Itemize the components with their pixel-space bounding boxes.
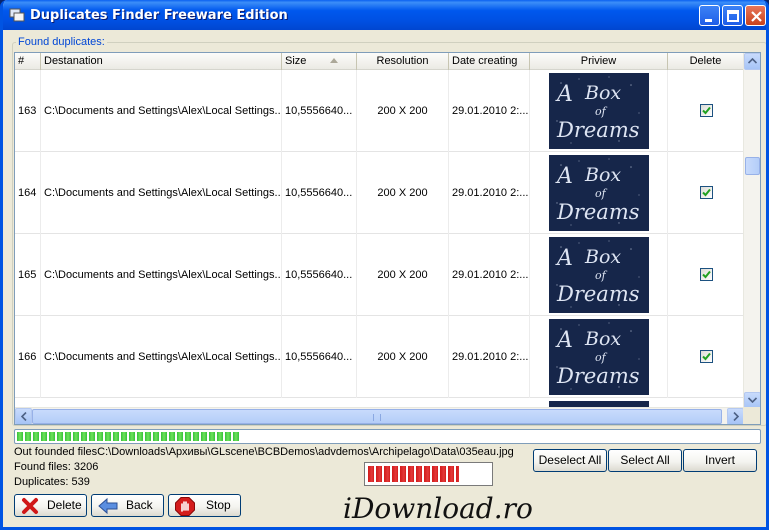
row-number: 164 — [15, 152, 41, 234]
row-size: 10,5556640... — [282, 152, 357, 234]
table-row[interactable]: 166 C:\Documents and Settings\Alex\Local … — [15, 316, 744, 398]
column-header-number[interactable]: # — [15, 53, 41, 70]
title-bar[interactable]: Duplicates Finder Freeware Edition — [3, 0, 766, 30]
table-row[interactable]: 165 C:\Documents and Settings\Alex\Local … — [15, 234, 744, 316]
column-header-destination[interactable]: Destanation — [41, 53, 282, 70]
scan-progress-fill — [17, 432, 239, 441]
svg-text:A: A — [555, 164, 573, 189]
grid-header: # Destanation Size Resolution Date creat… — [15, 53, 744, 70]
svg-text:Box: Box — [584, 328, 621, 350]
current-file-status: Out founded filesC:\Downloads\Архивы\GLs… — [14, 446, 514, 458]
table-row[interactable]: 164 C:\Documents and Settings\Alex\Local … — [15, 152, 744, 234]
svg-text:Box: Box — [584, 246, 621, 268]
row-size: 10,5556640... — [282, 70, 357, 152]
row-destination: C:\Documents and Settings\Alex\Local Set… — [41, 70, 282, 152]
svg-text:Box: Box — [584, 82, 621, 104]
app-icon — [9, 7, 25, 23]
column-header-date[interactable]: Date creating — [449, 53, 530, 70]
back-button-label: Back — [126, 498, 153, 512]
svg-text:Dreams: Dreams — [556, 118, 640, 142]
row-size: 10,5556640... — [282, 234, 357, 316]
row-destination: C:\Documents and Settings\Alex\Local Set… — [41, 152, 282, 234]
main-window: Duplicates Finder Freeware Edition Found… — [0, 0, 769, 530]
svg-text:Dreams: Dreams — [556, 200, 640, 224]
svg-text:A: A — [555, 82, 573, 107]
row-destination: C:\Documents and Settings\Alex\Local Set… — [41, 234, 282, 316]
delete-button-label: Delete — [47, 498, 82, 512]
duplicates-grid[interactable]: # Destanation Size Resolution Date creat… — [14, 52, 761, 425]
preview-thumbnail: A Box of Dreams — [549, 237, 649, 313]
svg-text:Dreams: Dreams — [556, 282, 640, 306]
row-preview-cell: A Box of Dreams — [530, 70, 668, 152]
table-row[interactable]: 163 C:\Documents and Settings\Alex\Local … — [15, 70, 744, 152]
horizontal-scrollbar[interactable] — [15, 407, 744, 424]
row-number: 166 — [15, 316, 41, 398]
back-button[interactable]: Back — [91, 494, 164, 517]
column-header-resolution[interactable]: Resolution — [357, 53, 449, 70]
column-header-preview[interactable]: Priview — [530, 53, 668, 70]
back-arrow-icon — [98, 497, 118, 522]
select-all-button[interactable]: Select All — [608, 449, 682, 472]
delete-checkbox[interactable] — [700, 186, 713, 199]
sort-ascending-icon — [330, 58, 338, 63]
row-resolution: 200 X 200 — [357, 152, 449, 234]
svg-text:A: A — [555, 246, 573, 271]
scan-progress-bar — [14, 429, 761, 444]
horizontal-scroll-thumb[interactable] — [32, 409, 722, 424]
scroll-up-button[interactable] — [744, 53, 760, 70]
scroll-left-button[interactable] — [15, 408, 32, 424]
stop-hand-icon — [175, 497, 195, 523]
delete-checkbox[interactable] — [700, 350, 713, 363]
row-delete-cell — [668, 234, 744, 316]
row-date: 29.01.2010 2:... — [449, 70, 530, 152]
window-title: Duplicates Finder Freeware Edition — [30, 8, 288, 23]
duplicates-count: Duplicates: 539 — [14, 476, 90, 488]
row-preview-cell: A Box of Dreams — [530, 152, 668, 234]
delete-x-icon — [21, 497, 39, 522]
vertical-scrollbar[interactable] — [743, 53, 760, 409]
row-resolution: 200 X 200 — [357, 70, 449, 152]
group-label: Found duplicates: — [16, 36, 107, 48]
invert-button[interactable]: Invert — [683, 449, 757, 472]
svg-text:A: A — [555, 328, 573, 353]
column-header-delete[interactable]: Delete — [668, 53, 744, 70]
row-date: 29.01.2010 2:... — [449, 316, 530, 398]
scrollbar-corner — [743, 407, 760, 424]
vertical-scroll-thumb[interactable] — [745, 157, 760, 175]
maximize-button[interactable] — [722, 5, 743, 26]
row-resolution: 200 X 200 — [357, 316, 449, 398]
row-preview-cell: A Box of Dreams — [530, 234, 668, 316]
row-size: 10,5556640... — [282, 316, 357, 398]
deselect-all-button[interactable]: Deselect All — [533, 449, 607, 472]
delete-progress-bar — [364, 462, 493, 486]
close-button[interactable] — [745, 5, 766, 26]
preview-thumbnail: A Box of Dreams — [549, 73, 649, 149]
row-number: 165 — [15, 234, 41, 316]
row-delete-cell — [668, 316, 744, 398]
preview-thumbnail: A Box of Dreams — [549, 155, 649, 231]
row-date: 29.01.2010 2:... — [449, 234, 530, 316]
delete-progress-fill — [368, 466, 459, 482]
minimize-button[interactable] — [699, 5, 720, 26]
stop-button-label: Stop — [206, 498, 231, 512]
delete-button[interactable]: Delete — [14, 494, 87, 517]
row-delete-cell — [668, 70, 744, 152]
row-date: 29.01.2010 2:... — [449, 152, 530, 234]
delete-checkbox[interactable] — [700, 268, 713, 281]
row-destination: C:\Documents and Settings\Alex\Local Set… — [41, 316, 282, 398]
column-header-size[interactable]: Size — [282, 53, 357, 70]
row-resolution: 200 X 200 — [357, 234, 449, 316]
found-files-count: Found files: 3206 — [14, 461, 99, 473]
delete-checkbox[interactable] — [700, 104, 713, 117]
row-preview-cell: A Box of Dreams — [530, 316, 668, 398]
column-header-size-label: Size — [285, 55, 307, 67]
stop-button[interactable]: Stop — [168, 494, 241, 517]
row-number: 163 — [15, 70, 41, 152]
watermark-text: iDownload.ro — [343, 492, 533, 525]
preview-thumbnail: A Box of Dreams — [549, 319, 649, 395]
svg-text:Dreams: Dreams — [556, 364, 640, 388]
row-delete-cell — [668, 152, 744, 234]
svg-text:Box: Box — [584, 164, 621, 186]
scroll-right-button[interactable] — [727, 408, 744, 424]
